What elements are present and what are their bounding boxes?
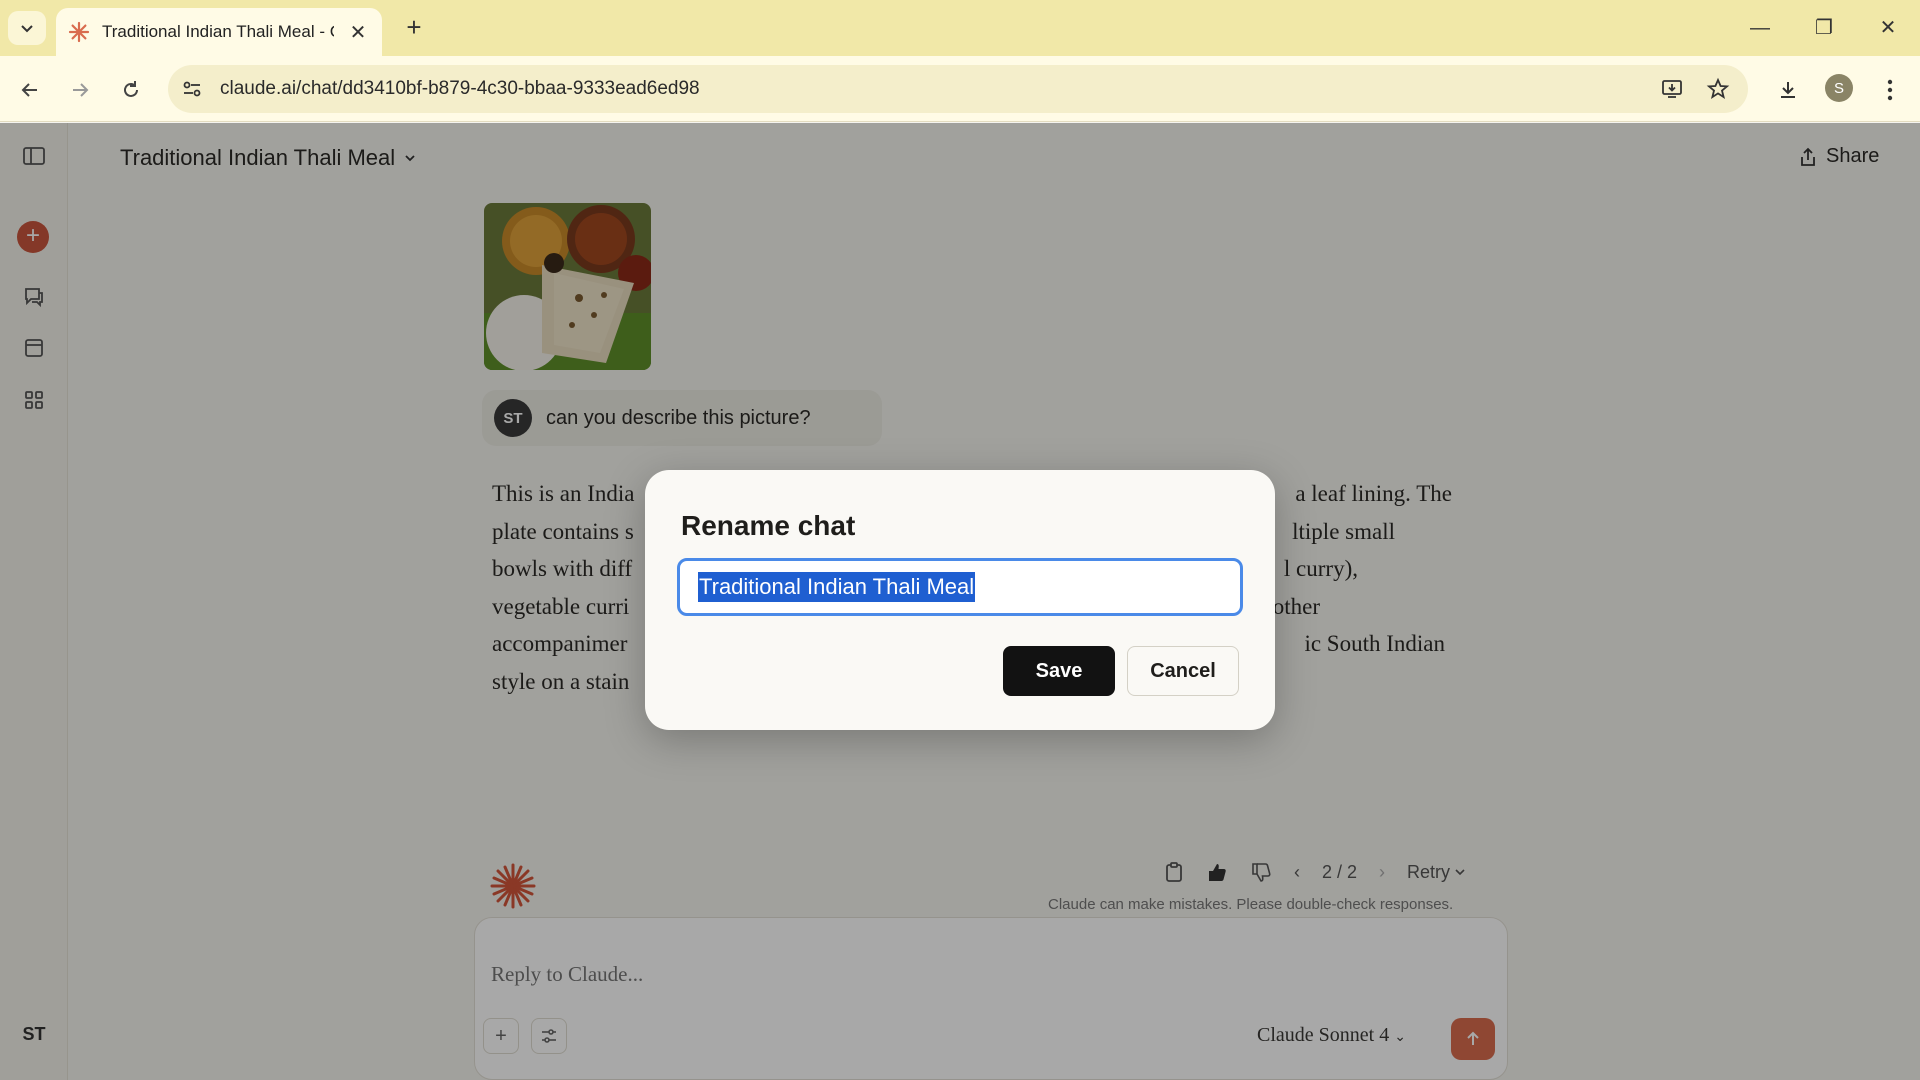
rename-input[interactable]: Traditional Indian Thali Meal bbox=[677, 558, 1243, 616]
restore-icon[interactable]: ❐ bbox=[1804, 10, 1844, 46]
site-info-icon[interactable] bbox=[180, 77, 204, 101]
close-window-icon[interactable]: ✕ bbox=[1868, 10, 1908, 46]
claude-favicon-icon bbox=[68, 21, 90, 43]
tab-search-chevron-icon[interactable] bbox=[8, 11, 46, 45]
rename-chat-dialog: Rename chat Traditional Indian Thali Mea… bbox=[645, 470, 1275, 730]
tab-close-icon[interactable]: ✕ bbox=[346, 20, 370, 45]
reload-icon[interactable] bbox=[113, 72, 149, 108]
cancel-button[interactable]: Cancel bbox=[1127, 646, 1239, 696]
forward-arrow-icon[interactable] bbox=[62, 72, 98, 108]
browser-menu-icon[interactable] bbox=[1872, 72, 1908, 108]
browser-tabstrip: Traditional Indian Thali Meal - C ✕ + — … bbox=[0, 0, 1920, 56]
browser-toolbar: claude.ai/chat/dd3410bf-b879-4c30-bbaa-9… bbox=[0, 56, 1920, 122]
tab-title: Traditional Indian Thali Meal - C bbox=[102, 22, 334, 41]
minimize-icon[interactable]: — bbox=[1740, 10, 1780, 46]
bookmark-star-icon[interactable] bbox=[1704, 75, 1732, 103]
install-app-icon[interactable] bbox=[1658, 75, 1686, 103]
dialog-title: Rename chat bbox=[681, 510, 856, 541]
new-tab-plus-icon[interactable]: + bbox=[398, 12, 430, 44]
profile-avatar[interactable]: S bbox=[1825, 74, 1853, 102]
downloads-icon[interactable] bbox=[1770, 72, 1806, 108]
back-arrow-icon[interactable] bbox=[12, 72, 48, 108]
save-button[interactable]: Save bbox=[1003, 646, 1115, 696]
url-text: claude.ai/chat/dd3410bf-b879-4c30-bbaa-9… bbox=[220, 78, 700, 99]
address-bar[interactable]: claude.ai/chat/dd3410bf-b879-4c30-bbaa-9… bbox=[168, 65, 1748, 113]
rename-input-value[interactable]: Traditional Indian Thali Meal bbox=[698, 572, 976, 602]
browser-tab[interactable]: Traditional Indian Thali Meal - C ✕ bbox=[56, 8, 382, 56]
